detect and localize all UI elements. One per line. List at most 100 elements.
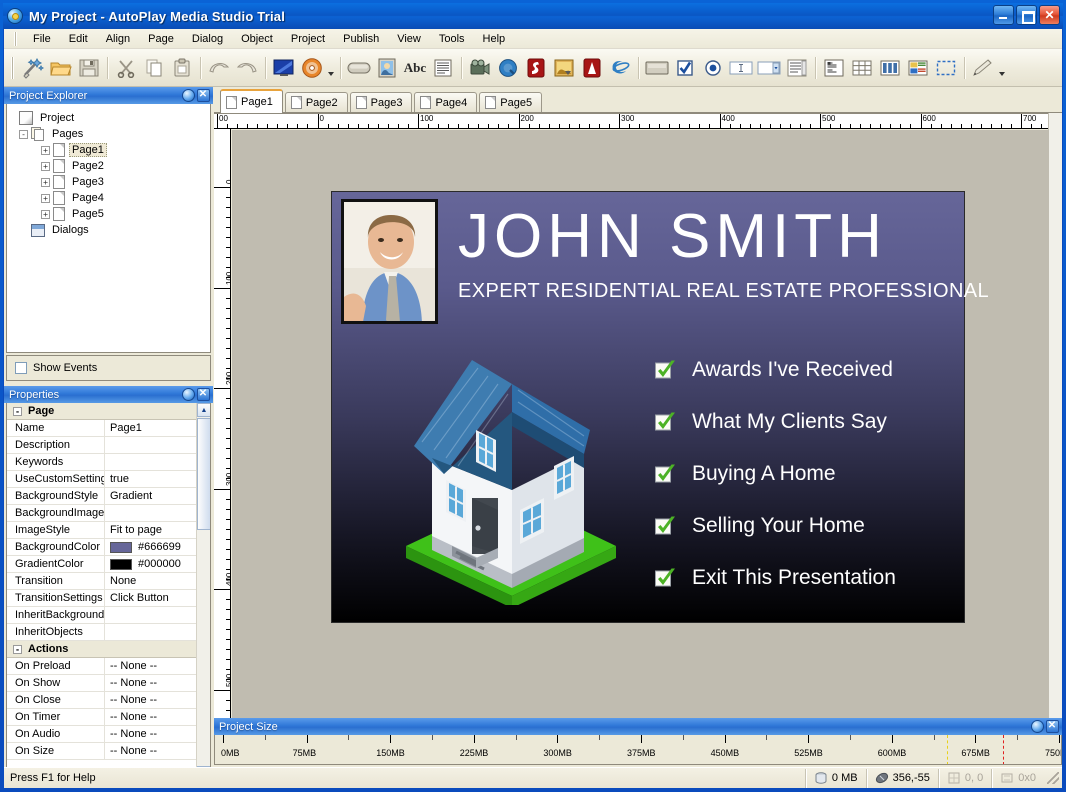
properties-pin-icon[interactable] [181, 388, 195, 402]
expander-pages-icon[interactable]: - [19, 129, 28, 139]
combobox-object-icon[interactable] [755, 54, 783, 82]
cut-scissors-icon[interactable] [112, 54, 140, 82]
property-value[interactable]: -- None -- [105, 743, 210, 760]
input-field-object-icon[interactable] [727, 54, 755, 82]
property-value[interactable] [105, 624, 210, 641]
property-value[interactable]: true [105, 471, 210, 488]
minimize-button[interactable] [993, 5, 1014, 25]
menu-view[interactable]: View [388, 31, 430, 47]
property-row-on-close[interactable]: On Close -- None -- [7, 691, 210, 709]
close-button[interactable]: ✕ [1039, 5, 1060, 25]
horizontal-ruler[interactable]: 00 0 100 200 300 400 500 600 700 [214, 113, 1048, 129]
page-design-surface[interactable]: JOHN SMITH EXPERT RESIDENTIAL REAL ESTAT… [332, 192, 989, 622]
tree-node-pages[interactable]: - Pages [11, 126, 206, 142]
property-row-usecustomsettings[interactable]: UseCustomSettings true [7, 470, 210, 488]
listbox-object-icon[interactable] [783, 54, 811, 82]
property-value[interactable]: Fit to page [105, 522, 210, 539]
menu-item-awards[interactable]: Awards I've Received [654, 344, 896, 396]
project-size-close-icon[interactable]: ✕ [1045, 720, 1059, 734]
build-dropdown-arrow-icon[interactable] [326, 54, 336, 82]
web-browser-object-icon[interactable] [606, 54, 634, 82]
video-object-icon[interactable] [466, 54, 494, 82]
property-row-gradientcolor[interactable]: GradientColor #000000 [7, 555, 210, 573]
page-tab-page5[interactable]: Page5 [479, 92, 543, 112]
quicktime-object-icon[interactable] [494, 54, 522, 82]
properties-scrollbar[interactable]: ▲ ▼ [196, 403, 210, 780]
property-row-inheritbackground[interactable]: InheritBackground [7, 606, 210, 624]
property-group-actions[interactable]: - Actions [7, 641, 210, 658]
property-row-backgroundstyle[interactable]: BackgroundStyle Gradient [7, 487, 210, 505]
property-value[interactable]: #666699 [105, 539, 210, 556]
property-row-backgroundimage[interactable]: BackgroundImage [7, 504, 210, 522]
property-value[interactable] [105, 607, 210, 624]
property-value[interactable]: -- None -- [105, 709, 210, 726]
pdf-object-icon[interactable] [578, 54, 606, 82]
save-disk-icon[interactable] [75, 54, 103, 82]
menu-item-exit[interactable]: Exit This Presentation [654, 552, 896, 604]
project-size-ruler[interactable]: 0MB 75MB 150MB 225MB 300MB 375MB 450MB 525MB 600… [214, 735, 1062, 765]
project-tree[interactable]: Project - Pages + Page1 + Page2 + Page3 … [6, 104, 211, 353]
expander-page4-icon[interactable]: + [41, 193, 50, 203]
property-value[interactable]: -- None -- [105, 658, 210, 675]
property-row-on-audio[interactable]: On Audio -- None -- [7, 725, 210, 743]
select-region-icon[interactable] [932, 54, 960, 82]
tree-node-page1[interactable]: + Page1 [11, 142, 206, 158]
property-value[interactable] [105, 437, 210, 454]
radio-button-object-icon[interactable] [699, 54, 727, 82]
tree-node-page5[interactable]: + Page5 [11, 206, 206, 222]
property-row-on-size[interactable]: On Size -- None -- [7, 742, 210, 760]
copy-icon[interactable] [140, 54, 168, 82]
project-explorer-close-icon[interactable]: ✕ [196, 89, 210, 103]
properties-grid[interactable]: - Page Name Page1 Description Keywords U… [6, 403, 211, 781]
flash-object-icon[interactable] [522, 54, 550, 82]
paragraph-object-icon[interactable] [429, 54, 457, 82]
expander-page5-icon[interactable]: + [41, 209, 50, 219]
tree-node-page4[interactable]: + Page4 [11, 190, 206, 206]
toolbar-grip[interactable] [11, 56, 14, 79]
menu-edit[interactable]: Edit [60, 31, 97, 47]
canvas-vertical-scrollbar[interactable] [1048, 113, 1062, 766]
menu-file[interactable]: File [24, 31, 60, 47]
page-subtitle[interactable]: EXPERT RESIDENTIAL REAL ESTATE PROFESSIO… [458, 280, 989, 303]
property-row-imagestyle[interactable]: ImageStyle Fit to page [7, 521, 210, 539]
redo-arrow-icon[interactable] [233, 54, 261, 82]
expander-page2-icon[interactable]: + [41, 161, 50, 171]
tree-node-page2[interactable]: + Page2 [11, 158, 206, 174]
property-row-on-show[interactable]: On Show -- None -- [7, 674, 210, 692]
resize-grip-icon[interactable] [1047, 772, 1059, 784]
property-row-transition[interactable]: Transition None [7, 572, 210, 590]
expander-actions-group-icon[interactable]: - [13, 644, 22, 654]
build-cd-icon[interactable] [298, 54, 326, 82]
menu-object[interactable]: Object [232, 31, 282, 47]
page-tab-page3[interactable]: Page3 [349, 92, 413, 112]
auto-hide-pin-icon[interactable] [181, 89, 195, 103]
listview-object-icon[interactable] [904, 54, 932, 82]
vertical-ruler[interactable]: 0 100 200 300 400 500 [214, 129, 231, 766]
property-value[interactable]: -- None -- [105, 726, 210, 743]
maximize-button[interactable] [1016, 5, 1037, 25]
checkbox-object-icon[interactable] [671, 54, 699, 82]
menu-publish[interactable]: Publish [334, 31, 388, 47]
property-value[interactable] [105, 454, 210, 471]
menu-help[interactable]: Help [474, 31, 515, 47]
avatar[interactable] [341, 199, 438, 324]
text-object-icon[interactable]: Abc [401, 54, 429, 82]
property-value[interactable]: None [105, 573, 210, 590]
paste-clipboard-icon[interactable] [168, 54, 196, 82]
button-object-icon[interactable] [345, 54, 373, 82]
grid-object-icon[interactable] [848, 54, 876, 82]
pencil-edit-icon[interactable] [969, 54, 997, 82]
properties-close-icon[interactable]: ✕ [196, 388, 210, 402]
tree-node-project[interactable]: Project [11, 110, 206, 126]
undo-arrow-icon[interactable] [205, 54, 233, 82]
menu-item-clients[interactable]: What My Clients Say [654, 396, 896, 448]
tree-node-dialogs[interactable]: Dialogs [11, 222, 206, 238]
open-folder-icon[interactable] [47, 54, 75, 82]
property-row-on-preload[interactable]: On Preload -- None -- [7, 657, 210, 675]
show-events-row[interactable]: Show Events [6, 355, 211, 381]
property-row-backgroundcolor[interactable]: BackgroundColor #666699 [7, 538, 210, 556]
preview-monitor-icon[interactable] [270, 54, 298, 82]
menu-align[interactable]: Align [97, 31, 139, 47]
house-graphic[interactable] [394, 350, 624, 608]
menu-grip[interactable] [14, 31, 17, 46]
